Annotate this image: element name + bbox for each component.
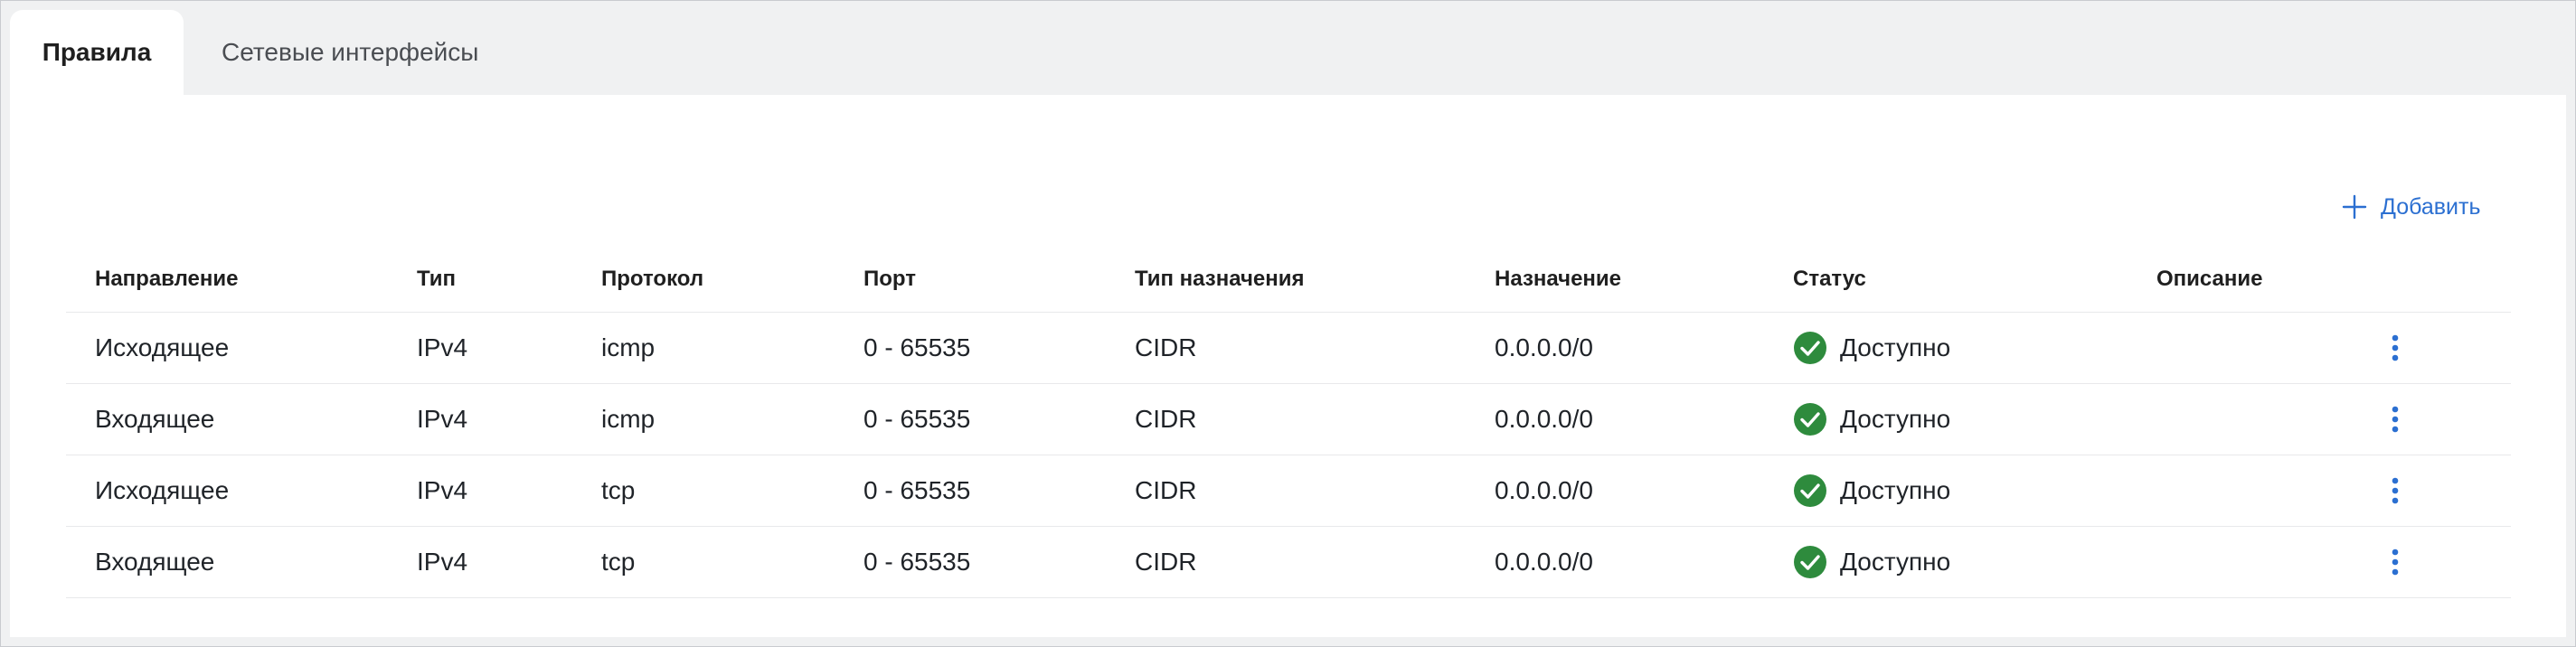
cell-destination: 0.0.0.0/0 <box>1495 476 1593 504</box>
check-circle-icon <box>1793 331 1827 365</box>
check-circle-icon <box>1793 474 1827 508</box>
column-header-description: Описание <box>2156 267 2263 291</box>
column-header-dest-type: Тип назначения <box>1135 267 1305 291</box>
column-header-protocol: Протокол <box>601 267 704 291</box>
cell-type: IPv4 <box>417 333 468 361</box>
cell-dest-type: CIDR <box>1135 333 1197 361</box>
cell-direction: Исходящее <box>95 333 230 361</box>
cell-dest-type: CIDR <box>1135 476 1197 504</box>
cell-type: IPv4 <box>417 405 468 433</box>
cell-port: 0 - 65535 <box>863 405 971 433</box>
table-row: Исходящее IPv4 tcp 0 - 65535 CIDR 0.0.0.… <box>66 455 2511 527</box>
table-header: Направление Тип Протокол Порт Тип назнач… <box>66 247 2511 313</box>
cell-status: Доступно <box>1793 455 1950 526</box>
cell-port: 0 - 65535 <box>863 333 971 361</box>
more-vertical-icon[interactable] <box>2377 455 2413 526</box>
cell-port: 0 - 65535 <box>863 476 971 504</box>
cell-type: IPv4 <box>417 476 468 504</box>
app-frame: Правила Сетевые интерфейсы Добавить Напр… <box>0 0 2576 647</box>
cell-direction: Исходящее <box>95 476 230 504</box>
rules-table: Направление Тип Протокол Порт Тип назнач… <box>66 247 2511 598</box>
cell-status: Доступно <box>1793 384 1950 455</box>
cell-direction: Входящее <box>95 548 215 576</box>
more-vertical-icon[interactable] <box>2377 313 2413 383</box>
cell-dest-type: CIDR <box>1135 548 1197 576</box>
column-header-port: Порт <box>863 267 917 291</box>
cell-destination: 0.0.0.0/0 <box>1495 405 1593 433</box>
table-row: Исходящее IPv4 icmp 0 - 65535 CIDR 0.0.0… <box>66 313 2511 384</box>
cell-direction: Входящее <box>95 405 215 433</box>
cell-destination: 0.0.0.0/0 <box>1495 333 1593 361</box>
status-label: Доступно <box>1840 548 1951 576</box>
table-row: Входящее IPv4 icmp 0 - 65535 CIDR 0.0.0.… <box>66 384 2511 455</box>
status-label: Доступно <box>1840 333 1951 361</box>
cell-protocol: icmp <box>601 333 656 361</box>
column-header-type: Тип <box>417 267 456 291</box>
status-label: Доступно <box>1840 405 1951 433</box>
cell-status: Доступно <box>1793 313 1950 383</box>
plus-icon <box>2341 193 2368 220</box>
cell-destination: 0.0.0.0/0 <box>1495 548 1593 576</box>
column-header-status: Статус <box>1793 267 1866 291</box>
tab-bar: Правила Сетевые интерфейсы <box>1 1 2575 95</box>
more-vertical-icon[interactable] <box>2377 384 2413 455</box>
cell-dest-type: CIDR <box>1135 405 1197 433</box>
cell-protocol: tcp <box>601 476 636 504</box>
status-label: Доступно <box>1840 476 1951 504</box>
tab-rules[interactable]: Правила <box>10 10 184 95</box>
column-header-direction: Направление <box>95 267 239 291</box>
cell-protocol: icmp <box>601 405 656 433</box>
add-rule-button[interactable]: Добавить <box>2341 185 2481 229</box>
cell-protocol: tcp <box>601 548 636 576</box>
cell-type: IPv4 <box>417 548 468 576</box>
rules-panel: Добавить Направление Тип Протокол Порт Т… <box>10 95 2566 637</box>
table-row: Входящее IPv4 tcp 0 - 65535 CIDR 0.0.0.0… <box>66 527 2511 598</box>
cell-port: 0 - 65535 <box>863 548 971 576</box>
cell-status: Доступно <box>1793 527 1950 597</box>
column-header-destination: Назначение <box>1495 267 1622 291</box>
add-rule-label: Добавить <box>2381 193 2481 220</box>
check-circle-icon <box>1793 402 1827 436</box>
tab-network-interfaces[interactable]: Сетевые интерфейсы <box>202 10 529 95</box>
check-circle-icon <box>1793 545 1827 579</box>
more-vertical-icon[interactable] <box>2377 527 2413 597</box>
